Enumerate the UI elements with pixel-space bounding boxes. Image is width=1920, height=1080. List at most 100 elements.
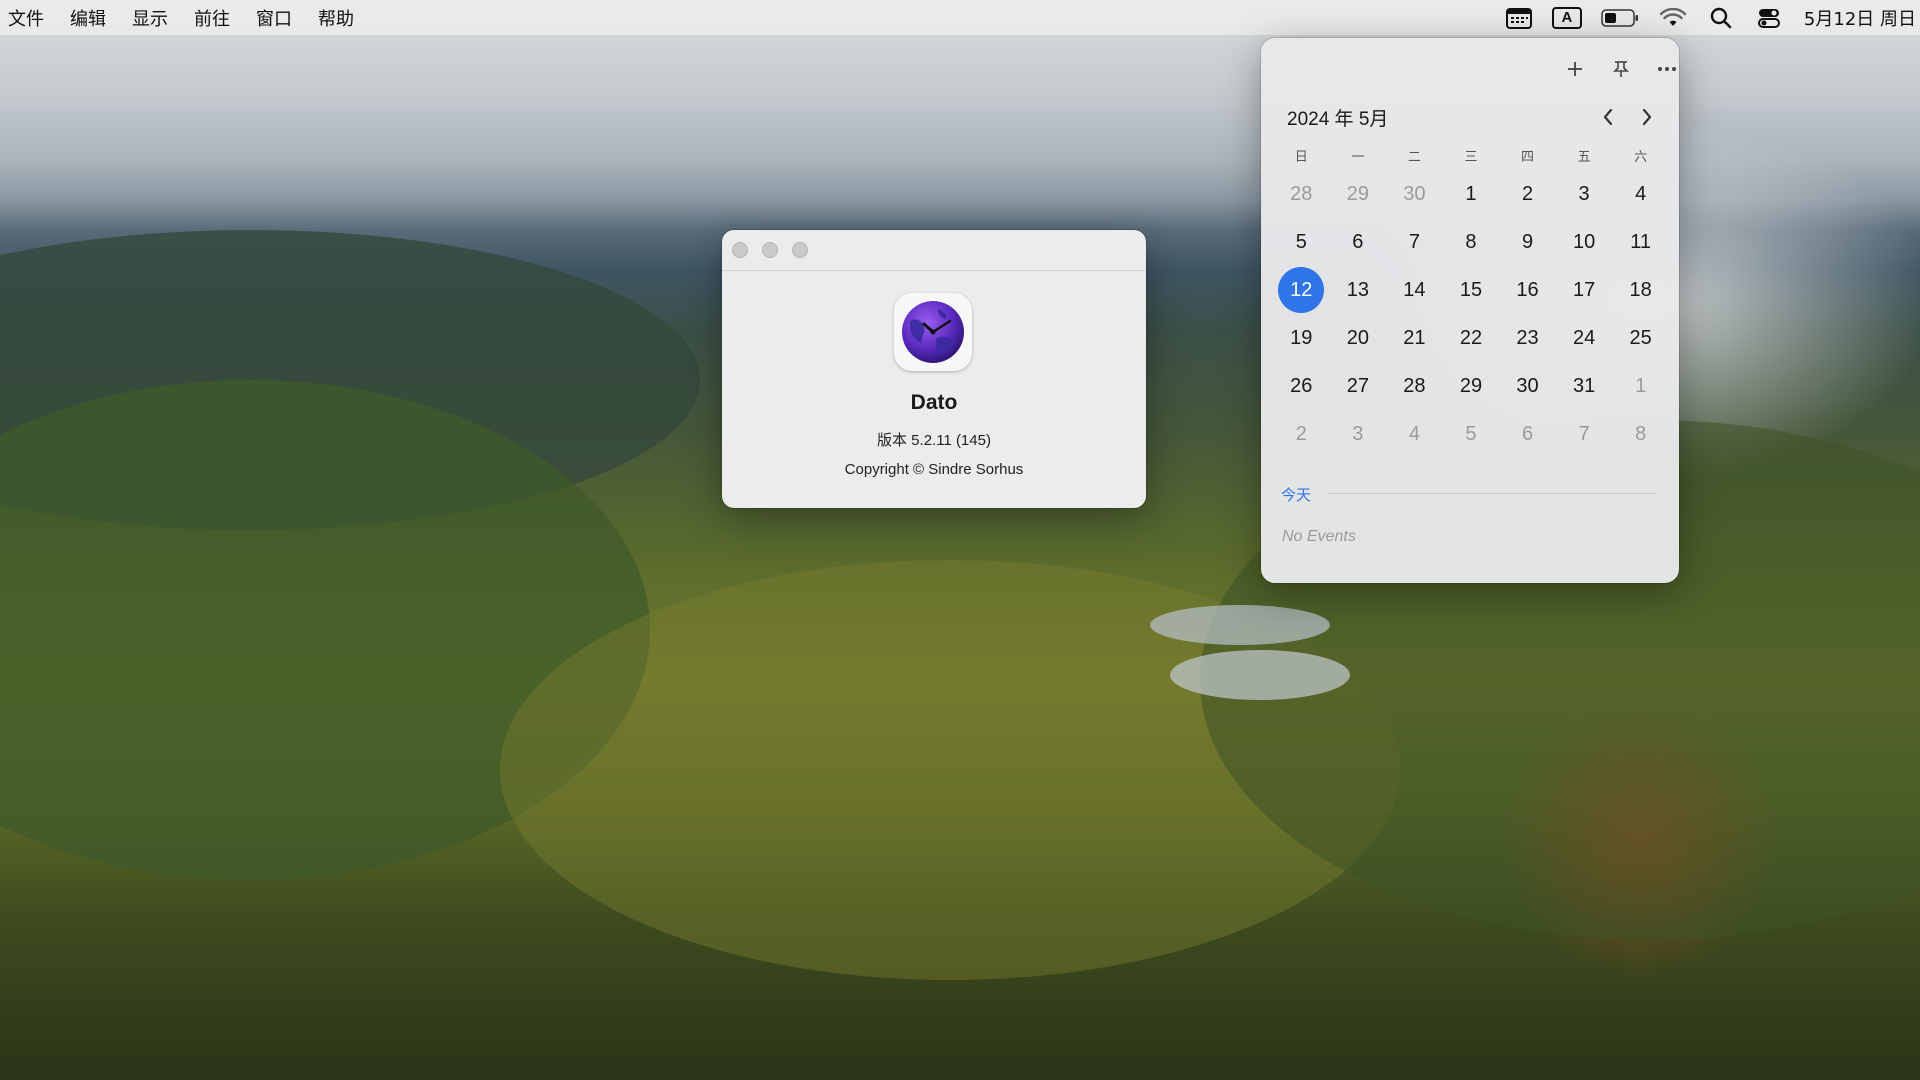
calendar-grid: 28 29 30 1 2 3 4 5 6 7 8 9 10 11 12 13 14 15 16 17 18 19 20 21 2… xyxy=(1273,170,1669,458)
calendar-day[interactable]: 9 xyxy=(1499,218,1556,266)
calendar-day[interactable]: 17 xyxy=(1556,266,1613,314)
today-button[interactable]: 今天 xyxy=(1281,484,1311,505)
calendar-day-number: 30 xyxy=(1516,374,1539,397)
input-method-icon[interactable]: A xyxy=(1551,3,1582,33)
battery-icon[interactable] xyxy=(1600,3,1640,33)
chevron-left-icon[interactable] xyxy=(1596,104,1620,130)
calendar-day[interactable]: 27 xyxy=(1330,362,1387,410)
calendar-day-number: 2 xyxy=(1521,182,1534,205)
chevron-right-icon[interactable] xyxy=(1635,104,1659,130)
no-events-label: No Events xyxy=(1282,528,1356,545)
app-version: 版本 5.2.11 (145) xyxy=(877,432,991,449)
calendar-day-number: 15 xyxy=(1459,278,1483,301)
calendar-day[interactable]: 5 xyxy=(1273,218,1330,266)
calendar-day[interactable]: 20 xyxy=(1330,314,1387,362)
calendar-day[interactable]: 24 xyxy=(1556,314,1613,362)
weekday-label: 四 xyxy=(1521,150,1535,165)
control-center-icon[interactable] xyxy=(1754,3,1784,33)
calendar-day-number: 16 xyxy=(1516,278,1539,301)
close-button[interactable] xyxy=(732,242,748,258)
more-icon[interactable] xyxy=(1650,52,1684,86)
calendar-day-number: 21 xyxy=(1403,326,1426,349)
calendar-week-row: 2 3 4 5 6 7 8 xyxy=(1273,410,1669,458)
calendar-day[interactable]: 10 xyxy=(1556,218,1613,266)
calendar-day-number: 11 xyxy=(1630,230,1652,253)
menu-view[interactable]: 显示 xyxy=(132,5,168,31)
weekday-label: 六 xyxy=(1634,150,1648,165)
calendar-day[interactable]: 3 xyxy=(1556,170,1613,218)
calendar-day[interactable]: 16 xyxy=(1499,266,1556,314)
calendar-day-number: 18 xyxy=(1629,278,1652,301)
calendar-day[interactable]: 8 xyxy=(1443,218,1500,266)
zoom-button[interactable] xyxy=(792,242,808,258)
calendar-day[interactable]: 1 xyxy=(1443,170,1500,218)
calendar-day[interactable]: 19 xyxy=(1273,314,1330,362)
calendar-day[interactable]: 28 xyxy=(1273,170,1330,218)
add-icon[interactable] xyxy=(1558,52,1592,86)
calendar-day[interactable]: 2 xyxy=(1273,410,1330,458)
calendar-day-number: 4 xyxy=(1408,422,1420,445)
calendar-day[interactable]: 3 xyxy=(1330,410,1387,458)
menu-go[interactable]: 前往 xyxy=(194,5,230,31)
input-method-label: A xyxy=(1551,6,1582,29)
calendar-day[interactable]: 29 xyxy=(1443,362,1500,410)
calendar-day[interactable]: 4 xyxy=(1386,410,1443,458)
calendar-day[interactable]: 29 xyxy=(1330,170,1387,218)
calendar-day-number: 1 xyxy=(1465,182,1477,205)
weekday-label: 三 xyxy=(1464,150,1478,165)
calendar-day-number: 2 xyxy=(1295,422,1307,445)
calendar-day[interactable]: 14 xyxy=(1386,266,1443,314)
calendar-day[interactable]: 1 xyxy=(1612,362,1669,410)
calendar-day[interactable]: 28 xyxy=(1386,362,1443,410)
menu-edit[interactable]: 编辑 xyxy=(70,5,106,31)
calendar-day[interactable]: 15 xyxy=(1443,266,1500,314)
calendar-day-number: 13 xyxy=(1346,278,1369,301)
calendar-day[interactable]: 11 xyxy=(1612,218,1669,266)
search-icon[interactable] xyxy=(1706,3,1736,33)
pin-icon[interactable] xyxy=(1604,52,1638,86)
about-window: Dato 版本 5.2.11 (145) Copyright © Sindre … xyxy=(722,230,1146,508)
calendar-day[interactable]: 30 xyxy=(1386,170,1443,218)
window-titlebar[interactable] xyxy=(722,230,1146,271)
calendar-week-row: 12 13 14 15 16 17 18 xyxy=(1273,266,1669,314)
calendar-day[interactable]: 23 xyxy=(1499,314,1556,362)
calendar-day[interactable]: 8 xyxy=(1612,410,1669,458)
calendar-day[interactable]: 30 xyxy=(1499,362,1556,410)
menu-help[interactable]: 帮助 xyxy=(318,5,354,31)
calendar-day[interactable]: 22 xyxy=(1443,314,1500,362)
calendar-day-number: 12 xyxy=(1290,278,1313,301)
calendar-day[interactable]: 4 xyxy=(1612,170,1669,218)
menubar-clock[interactable]: 5月12日 周日 xyxy=(1804,5,1916,31)
calendar-day[interactable]: 7 xyxy=(1556,410,1613,458)
minimize-button[interactable] xyxy=(762,242,778,258)
calendar-day[interactable]: 31 xyxy=(1556,362,1613,410)
calendar-day-number: 26 xyxy=(1290,374,1313,397)
calendar-day[interactable]: 5 xyxy=(1443,410,1500,458)
calendar-day-number: 7 xyxy=(1578,422,1590,445)
calendar-day[interactable]: 18 xyxy=(1612,266,1669,314)
calendar-day-number: 7 xyxy=(1408,230,1420,253)
calendar-day[interactable]: 21 xyxy=(1386,314,1443,362)
calendar-day-number: 4 xyxy=(1635,182,1647,205)
calendar-day[interactable]: 2 xyxy=(1499,170,1556,218)
calendar-icon[interactable] xyxy=(1504,3,1534,33)
calendar-day[interactable]: 13 xyxy=(1330,266,1387,314)
calendar-day[interactable]: 6 xyxy=(1330,218,1387,266)
calendar-day-number: 29 xyxy=(1459,374,1483,397)
calendar-day-number: 8 xyxy=(1465,230,1477,253)
calendar-day[interactable]: 6 xyxy=(1499,410,1556,458)
menu-bar: 文件 编辑 显示 前往 窗口 帮助 A 5月12日 周日 xyxy=(0,0,1920,35)
calendar-day[interactable]: 26 xyxy=(1273,362,1330,410)
globe-clock-icon xyxy=(894,293,972,371)
calendar-day-number: 25 xyxy=(1629,326,1652,349)
calendar-day-number: 14 xyxy=(1403,278,1426,301)
menu-window[interactable]: 窗口 xyxy=(256,5,292,31)
calendar-day[interactable]: 25 xyxy=(1612,314,1669,362)
wifi-icon[interactable] xyxy=(1658,3,1688,33)
calendar-day[interactable]: 7 xyxy=(1386,218,1443,266)
calendar-day-today[interactable]: 12 xyxy=(1273,266,1330,314)
calendar-day-number: 27 xyxy=(1346,374,1369,397)
menu-file[interactable]: 文件 xyxy=(8,5,44,31)
app-name: Dato xyxy=(910,391,958,414)
calendar-day-number: 8 xyxy=(1635,422,1647,445)
